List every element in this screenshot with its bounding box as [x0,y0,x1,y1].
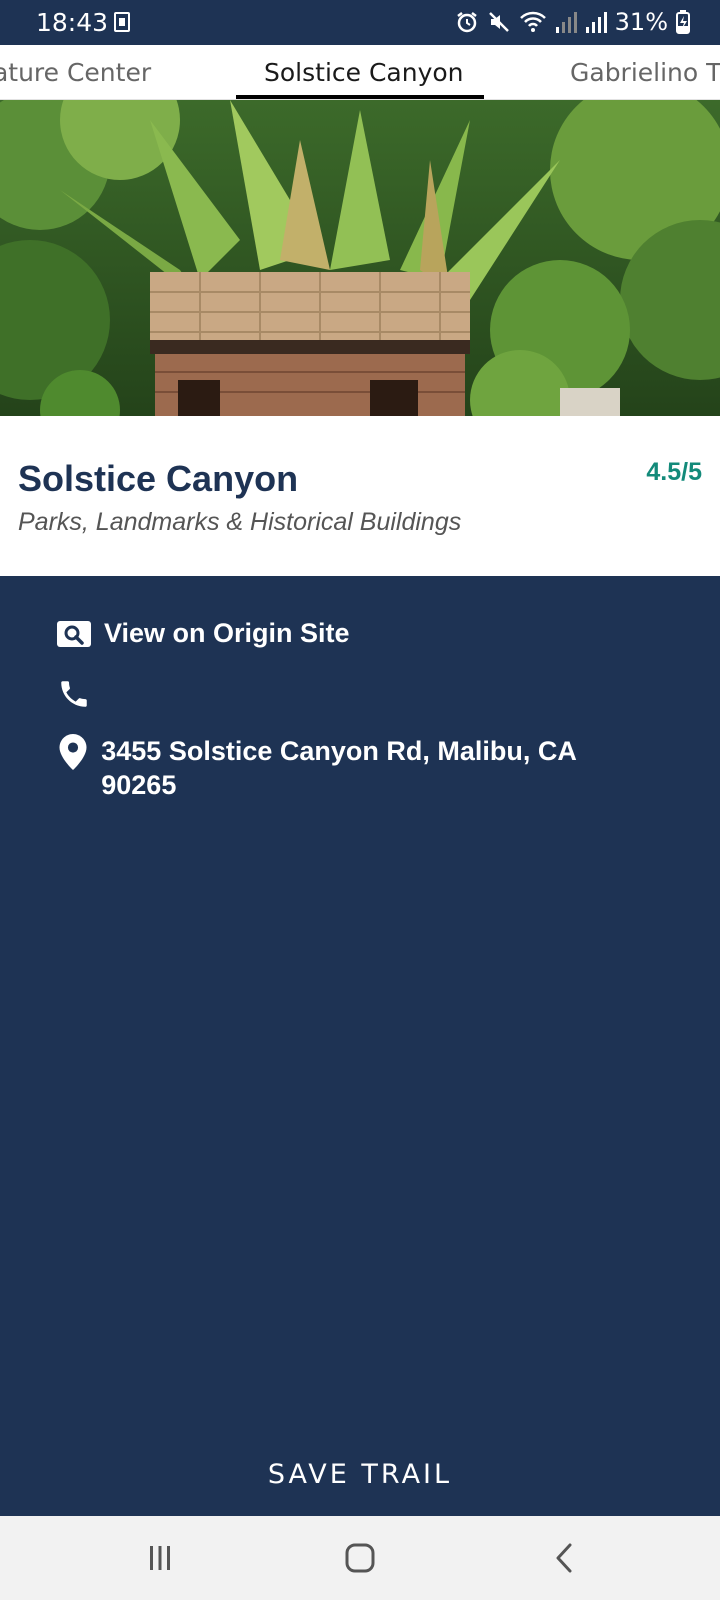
view-origin-site-link[interactable]: View on Origin Site [56,616,350,652]
place-info: Solstice Canyon Parks, Landmarks & Histo… [0,416,720,576]
home-icon [345,1543,375,1573]
sim-card-icon [114,12,130,32]
signal-icon [555,12,577,33]
tab-nature-center[interactable]: lature Center [0,58,151,87]
place-details: View on Origin Site 3455 Solstice Canyon… [0,576,720,1516]
tab-solstice-canyon[interactable]: Solstice Canyon [264,58,464,87]
place-title: Solstice Canyon [18,458,299,499]
system-nav-bar [0,1516,720,1600]
view-origin-site-label: View on Origin Site [104,618,350,648]
status-time: 18:43 [36,8,109,37]
mute-icon [488,12,509,32]
recent-apps-icon [150,1546,170,1570]
recent-apps-button[interactable] [140,1540,180,1576]
phone-icon [56,676,92,712]
location-pin-icon [56,734,89,770]
address-text: 3455 Solstice Canyon Rd, Malibu, CA 9026… [101,736,576,800]
signal-icon [585,12,607,33]
battery-charging-icon [676,10,690,34]
back-icon [556,1543,572,1573]
status-icons: 31% [455,8,690,36]
place-rating: 4.5/5 [646,458,702,486]
trail-photo [0,100,720,416]
status-bar: 18:43 31% [0,0,720,45]
phone-row[interactable] [56,676,104,712]
trail-tabs: lature Center Solstice Canyon Gabrielino… [0,45,720,100]
wifi-icon [519,11,546,32]
tab-gabrielino-trail[interactable]: Gabrielino Tr [570,58,720,87]
back-button[interactable] [544,1540,584,1576]
place-category: Parks, Landmarks & Historical Buildings [18,508,462,536]
alarm-icon [456,12,477,33]
battery-text: 31% [614,8,668,36]
search-icon [56,616,92,652]
save-trail-button[interactable]: SAVE TRAIL [0,1440,720,1510]
home-button[interactable] [340,1540,380,1576]
address-row[interactable]: 3455 Solstice Canyon Rd, Malibu, CA 9026… [56,734,616,802]
